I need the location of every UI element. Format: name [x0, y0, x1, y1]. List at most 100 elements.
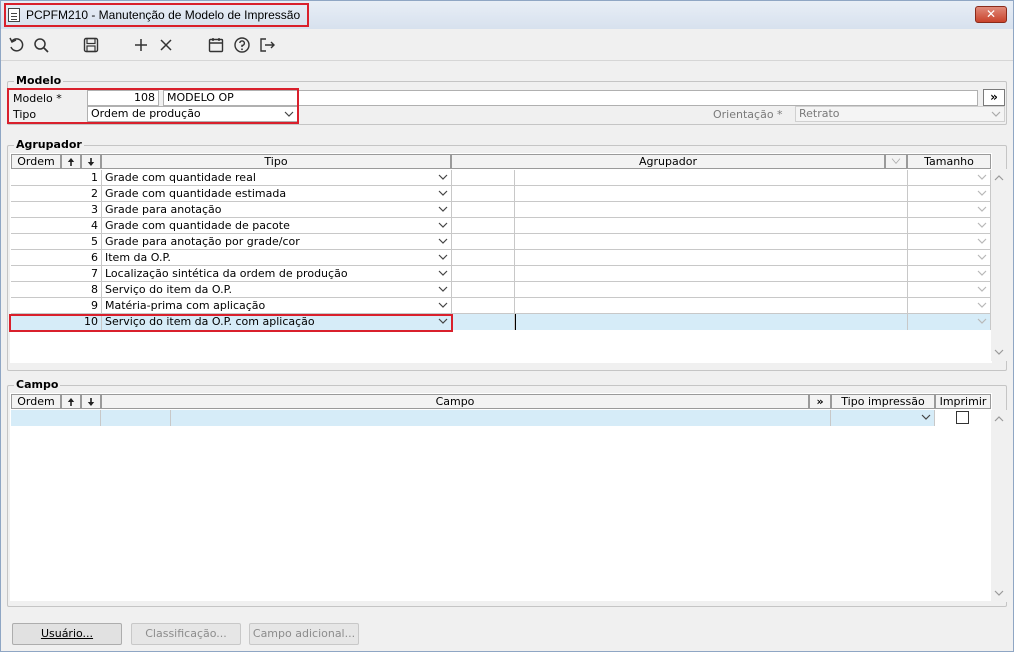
agrupador-row[interactable]: 9 Matéria-prima com aplicação [11, 298, 991, 314]
usuario-button[interactable]: Usuário... [12, 623, 122, 645]
agrupador-header-tipo[interactable]: Tipo [101, 154, 451, 169]
agrupador-cell-tipo[interactable]: Localização sintética da ordem de produç… [102, 266, 452, 282]
chevron-up-icon[interactable] [994, 173, 1004, 183]
agrupador-cell-agrupador[interactable] [515, 266, 908, 282]
agrupador-row[interactable]: 1 Grade com quantidade real [11, 170, 991, 186]
orientacao-select[interactable]: Retrato [795, 106, 1005, 122]
agrupador-header-agrupador[interactable]: Agrupador [451, 154, 885, 169]
agrupador-cell-code[interactable] [452, 234, 515, 250]
agrupador-cell-ordem[interactable]: 6 [11, 250, 102, 266]
agrupador-cell-code[interactable] [452, 298, 515, 314]
undo-icon[interactable] [7, 35, 27, 55]
sort-down-icon[interactable] [81, 394, 101, 409]
agrupador-cell-agrupador[interactable] [515, 314, 908, 330]
agrupador-cell-agrupador[interactable] [515, 234, 908, 250]
exit-icon[interactable] [257, 35, 277, 55]
help-icon[interactable] [232, 35, 252, 55]
agrupador-header-tamanho[interactable]: Tamanho [907, 154, 991, 169]
sort-up-icon[interactable] [61, 154, 81, 169]
agrupador-cell-tipo[interactable]: Serviço do item da O.P. com aplicação [102, 314, 452, 330]
agrupador-cell-tamanho[interactable] [908, 234, 991, 250]
agrupador-cell-ordem[interactable]: 5 [11, 234, 102, 250]
agrupador-cell-tipo[interactable]: Grade para anotação por grade/cor [102, 234, 452, 250]
agrupador-cell-ordem[interactable]: 1 [11, 170, 102, 186]
agrupador-cell-agrupador[interactable] [515, 250, 908, 266]
agrupador-row[interactable]: 2 Grade com quantidade estimada [11, 186, 991, 202]
calendar-icon[interactable] [206, 35, 226, 55]
agrupador-cell-tamanho[interactable] [908, 282, 991, 298]
agrupador-cell-tipo[interactable]: Grade com quantidade de pacote [102, 218, 452, 234]
agrupador-cell-tipo[interactable]: Item da O.P. [102, 250, 452, 266]
sort-down-icon[interactable] [81, 154, 101, 169]
agrupador-cell-agrupador[interactable] [515, 170, 908, 186]
campo-adicional-button[interactable]: Campo adicional... [249, 623, 359, 645]
campo-header-expand[interactable]: » [809, 394, 831, 409]
agrupador-row[interactable]: 3 Grade para anotação [11, 202, 991, 218]
campo-cell-tipo-impressao[interactable] [831, 410, 935, 426]
agrupador-cell-tamanho[interactable] [908, 250, 991, 266]
agrupador-cell-tipo[interactable]: Grade com quantidade estimada [102, 186, 452, 202]
agrupador-cell-code[interactable] [452, 250, 515, 266]
agrupador-cell-tamanho[interactable] [908, 186, 991, 202]
campo-cell-campo[interactable] [171, 410, 831, 426]
agrupador-cell-code[interactable] [452, 314, 515, 330]
agrupador-cell-tamanho[interactable] [908, 202, 991, 218]
agrupador-cell-tipo[interactable]: Matéria-prima com aplicação [102, 298, 452, 314]
campo-row[interactable] [11, 410, 935, 426]
delete-icon[interactable] [156, 35, 176, 55]
modelo-code-field[interactable]: 108 [87, 90, 159, 106]
agrupador-row[interactable]: 6 Item da O.P. [11, 250, 991, 266]
agrupador-cell-ordem[interactable]: 3 [11, 202, 102, 218]
agrupador-cell-tipo[interactable]: Serviço do item da O.P. [102, 282, 452, 298]
agrupador-cell-ordem[interactable]: 10 [11, 314, 102, 330]
agrupador-cell-agrupador[interactable] [515, 282, 908, 298]
agrupador-cell-tipo[interactable]: Grade para anotação [102, 202, 452, 218]
campo-header-imprimir[interactable]: Imprimir [935, 394, 991, 409]
agrupador-cell-code[interactable] [452, 202, 515, 218]
agrupador-cell-code[interactable] [452, 218, 515, 234]
imprimir-checkbox[interactable] [956, 411, 969, 424]
campo-header-tipo-impressao[interactable]: Tipo impressão [831, 394, 935, 409]
agrupador-cell-code[interactable] [452, 170, 515, 186]
save-icon[interactable] [81, 35, 101, 55]
filter-icon[interactable] [885, 154, 907, 169]
agrupador-row[interactable]: 5 Grade para anotação por grade/cor [11, 234, 991, 250]
agrupador-cell-tamanho[interactable] [908, 218, 991, 234]
agrupador-cell-tamanho[interactable] [908, 170, 991, 186]
close-button[interactable]: ✕ [975, 6, 1007, 23]
agrupador-cell-ordem[interactable]: 4 [11, 218, 102, 234]
modelo-name-field[interactable]: MODELO OP [163, 90, 978, 106]
campo-scrollbar[interactable] [991, 410, 1007, 602]
chevron-down-icon[interactable] [994, 347, 1004, 357]
add-icon[interactable] [131, 35, 151, 55]
campo-header-ordem[interactable]: Ordem [11, 394, 61, 409]
agrupador-cell-tamanho[interactable] [908, 266, 991, 282]
agrupador-header-ordem[interactable]: Ordem [11, 154, 61, 169]
agrupador-cell-agrupador[interactable] [515, 202, 908, 218]
agrupador-cell-tamanho[interactable] [908, 314, 991, 330]
agrupador-scrollbar[interactable] [991, 169, 1007, 361]
agrupador-row[interactable]: 8 Serviço do item da O.P. [11, 282, 991, 298]
campo-cell-ordem[interactable] [11, 410, 101, 426]
agrupador-cell-tipo[interactable]: Grade com quantidade real [102, 170, 452, 186]
sort-up-icon[interactable] [61, 394, 81, 409]
campo-cell-code[interactable] [101, 410, 171, 426]
agrupador-cell-tamanho[interactable] [908, 298, 991, 314]
agrupador-row[interactable]: 7 Localização sintética da ordem de produ… [11, 266, 991, 282]
agrupador-cell-ordem[interactable]: 8 [11, 282, 102, 298]
agrupador-cell-agrupador[interactable] [515, 298, 908, 314]
chevron-up-icon[interactable] [994, 414, 1004, 424]
agrupador-cell-code[interactable] [452, 266, 515, 282]
agrupador-cell-agrupador[interactable] [515, 186, 908, 202]
modelo-expand-button[interactable]: » [983, 89, 1005, 106]
agrupador-cell-agrupador[interactable] [515, 218, 908, 234]
agrupador-cell-ordem[interactable]: 7 [11, 266, 102, 282]
chevron-down-icon[interactable] [994, 588, 1004, 598]
agrupador-row[interactable]: 10 Serviço do item da O.P. com aplicação [11, 314, 991, 330]
classificacao-button[interactable]: Classificação... [131, 623, 241, 645]
agrupador-cell-ordem[interactable]: 2 [11, 186, 102, 202]
tipo-select[interactable]: Ordem de produção [87, 106, 298, 122]
agrupador-cell-ordem[interactable]: 9 [11, 298, 102, 314]
agrupador-cell-code[interactable] [452, 282, 515, 298]
campo-header-campo[interactable]: Campo [101, 394, 809, 409]
